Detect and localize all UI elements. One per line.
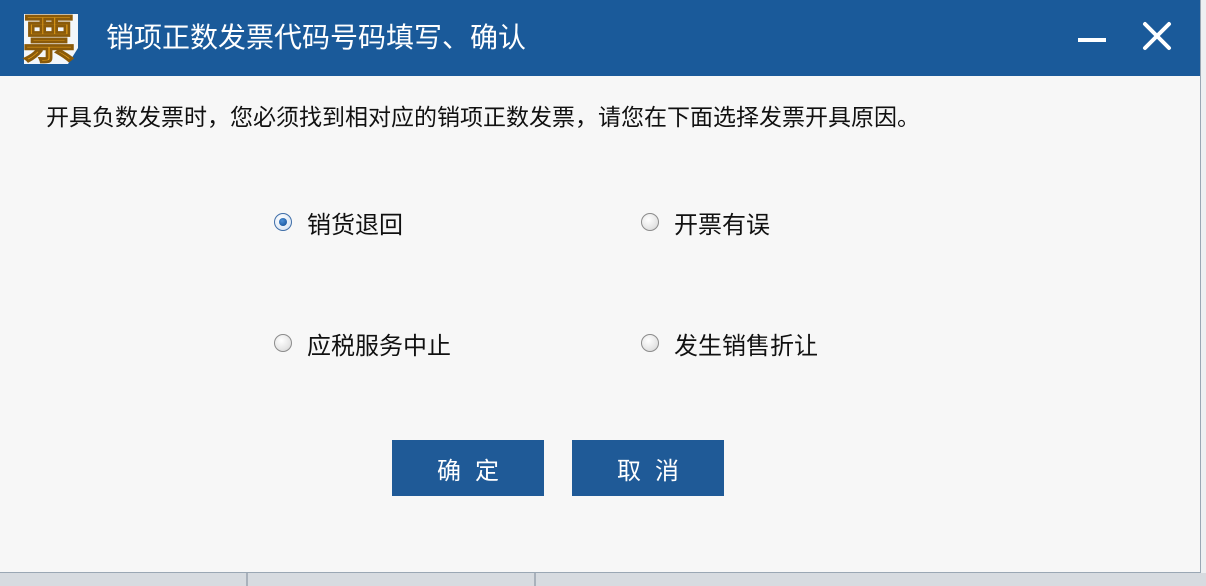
cancel-button[interactable]: 取消 <box>572 440 724 496</box>
reason-option-sales-discount[interactable]: 发生销售折让 <box>641 323 818 363</box>
dialog-window: 票 销项正数发票代码号码填写、确认 开具负数发票时，您必须找到相对应的销项正数发… <box>0 0 1201 573</box>
reason-label: 发生销售折让 <box>674 331 818 360</box>
reason-option-invoice-error[interactable]: 开票有误 <box>641 202 770 242</box>
minimize-button[interactable] <box>1068 14 1118 64</box>
reason-label: 开票有误 <box>674 210 770 239</box>
close-button[interactable] <box>1134 14 1184 64</box>
piao-icon: 票 <box>22 10 78 70</box>
instruction-text: 开具负数发票时，您必须找到相对应的销项正数发票，请您在下面选择发票开具原因。 <box>46 105 920 131</box>
radio-button[interactable] <box>274 334 292 352</box>
background-divider <box>246 573 248 586</box>
background-window-strip <box>0 573 1206 586</box>
radio-button[interactable] <box>641 213 659 231</box>
window-title: 销项正数发票代码号码填写、确认 <box>106 21 527 54</box>
radio-button[interactable] <box>641 334 659 352</box>
reason-option-sales-return[interactable]: 销货退回 <box>274 202 403 242</box>
reason-label: 销货退回 <box>307 210 403 239</box>
reason-option-service-terminated[interactable]: 应税服务中止 <box>274 323 451 363</box>
reason-label: 应税服务中止 <box>307 331 451 360</box>
background-divider <box>534 573 536 586</box>
ok-button[interactable]: 确定 <box>392 440 544 496</box>
svg-text:票: 票 <box>23 11 75 70</box>
title-bar[interactable]: 票 销项正数发票代码号码填写、确认 <box>0 0 1200 76</box>
minimize-icon <box>1078 38 1106 42</box>
radio-button-selected[interactable] <box>274 213 292 231</box>
close-icon <box>1143 22 1171 50</box>
